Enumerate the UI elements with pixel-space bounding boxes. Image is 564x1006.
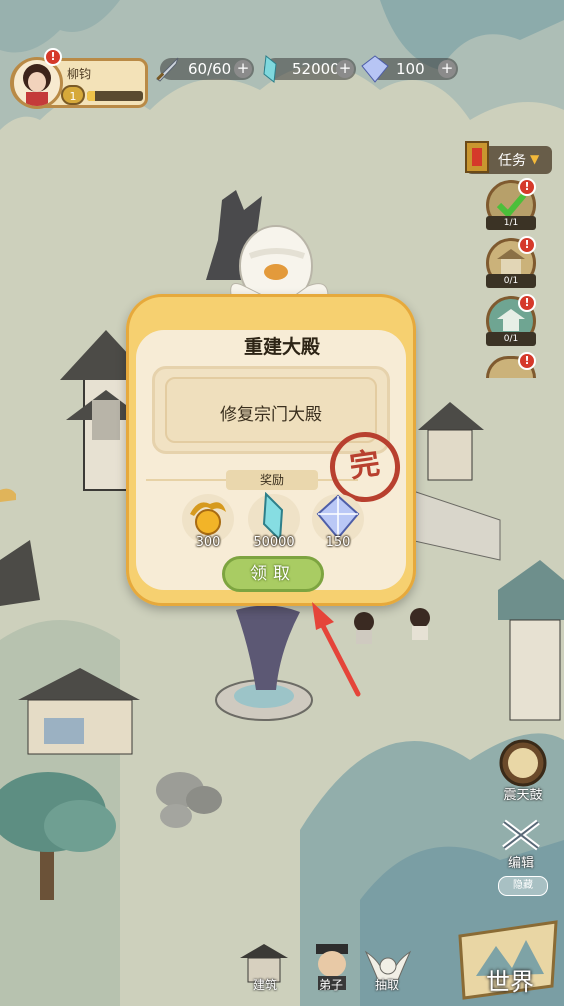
quest-header-label: 任务	[498, 153, 526, 169]
avatar-portrait-icon	[23, 64, 51, 106]
dropdown-icon: ▼	[530, 152, 540, 166]
spirit-stone-add-button[interactable]: +	[336, 60, 354, 78]
spirit-stone-value: 52000	[292, 60, 340, 78]
player-name: 柳钧	[67, 67, 92, 81]
level-badge: 1	[61, 85, 85, 105]
task-name: 修复宗门大殿	[220, 405, 322, 425]
quest-alert-icon: !	[518, 236, 536, 254]
dialog-title: 重建大殿	[243, 336, 320, 358]
world-label: 世界	[486, 968, 534, 996]
quest-header-button[interactable]: 任务 ▼	[465, 141, 552, 174]
edit-icon[interactable]	[498, 816, 544, 854]
resource-stamina[interactable]: 60/60 +	[156, 57, 254, 82]
gem-value: 100	[396, 60, 425, 78]
player-alert-icon: !	[44, 48, 62, 66]
player-panel[interactable]: 柳钧 1	[10, 57, 148, 109]
stamina-add-button[interactable]: +	[234, 60, 252, 78]
scroll-icon	[465, 141, 489, 173]
exp-fill	[87, 91, 96, 101]
drum-label: 震天鼓	[503, 788, 543, 803]
quest-alert-icon: !	[518, 178, 536, 196]
edit-label: 编辑	[507, 856, 534, 871]
resource-gem[interactable]: 100 +	[361, 55, 458, 83]
quest-count-1: 1/1	[486, 216, 536, 230]
stamina-value: 60/60	[188, 60, 232, 78]
sword-icon	[156, 57, 179, 82]
tutorial-arrow-icon	[312, 602, 361, 697]
quest-count-2: 0/1	[486, 274, 536, 288]
claim-button[interactable]: 领取	[222, 556, 324, 592]
crystal-icon	[263, 55, 277, 83]
nav-disciple-label: 弟子	[318, 978, 343, 992]
resource-spirit-stone[interactable]: 52000 +	[263, 55, 356, 83]
exp-bar	[87, 91, 143, 101]
reward-amount-gem: 150	[325, 535, 351, 550]
nav-draw-label: 抽取	[374, 978, 399, 992]
reward-label: 奖励	[226, 470, 318, 490]
reward-divider	[146, 479, 226, 481]
gem-add-button[interactable]: +	[438, 60, 456, 78]
drum-icon[interactable]	[498, 738, 548, 788]
gem-icon	[361, 55, 389, 83]
reward-amount-gold: 300	[195, 535, 221, 550]
reward-amount-crystal: 50000	[253, 535, 295, 550]
hide-toggle[interactable]: 隐藏	[498, 876, 548, 896]
quest-alert-icon: !	[518, 294, 536, 312]
nav-build-label: 建筑	[252, 978, 277, 992]
